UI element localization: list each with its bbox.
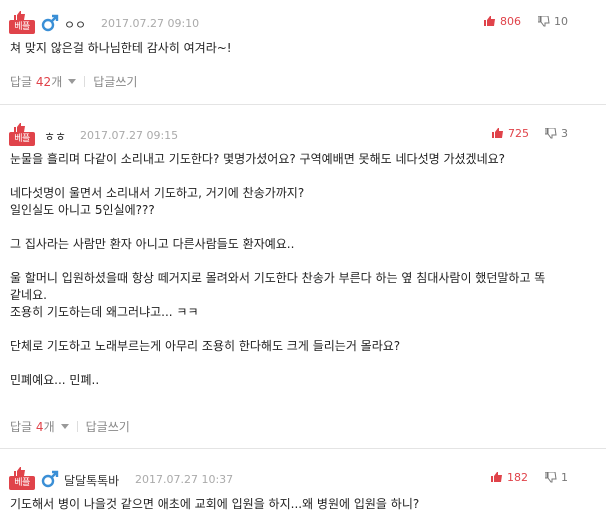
male-icon (41, 470, 59, 488)
body-line: 울 할머니 입원하셨을때 항상 떼거지로 몰려와서 기도한다 찬송가 부른다 하… (10, 271, 546, 285)
downvote-count: 1 (561, 471, 568, 484)
write-reply-link[interactable]: 답글쓰기 (86, 420, 130, 434)
body-line (10, 321, 545, 338)
divider (84, 76, 86, 87)
divider (76, 421, 78, 432)
body-line: 조용히 기도하는데 왜그러냐고... ㅋㅋ (10, 305, 199, 319)
comment-header: 베플 ㅇㅇ 2017.07.27 09:10 806 10 (0, 11, 606, 34)
divider (0, 448, 606, 449)
downvote-button[interactable]: 10 (537, 15, 568, 28)
body-line: 네다섯명이 울면서 소리내서 기도하고, 거기에 찬송가까지? (10, 186, 305, 200)
body-line (10, 219, 545, 236)
reply-toggle[interactable]: 답글 42개 (10, 75, 77, 89)
comment-body: 눈물을 흘리며 다같이 소리내고 기도한다? 몇명가셨어요? 구역예배면 못해도… (10, 151, 545, 389)
thumbs-down-icon (544, 127, 557, 139)
comment-header: 베플 ㅎㅎ 2017.07.27 09:15 725 3 (0, 123, 606, 146)
body-line: 그 집사라는 사람만 환자 아니고 다른사람들도 환자예요.. (10, 237, 295, 251)
nickname[interactable]: 달달톡톡바 (64, 472, 119, 489)
downvote-count: 10 (554, 15, 568, 28)
body-line: 같네요. (10, 288, 47, 302)
comment-body: 쳐 맞지 않은걸 하나님한테 감사히 여겨라~! (10, 41, 232, 55)
upvote-count: 806 (500, 15, 521, 28)
reply-toggle[interactable]: 답글 4개 (10, 420, 69, 434)
upvote-button[interactable]: 725 (492, 127, 529, 140)
downvote-button[interactable]: 1 (544, 471, 568, 484)
upvote-count: 182 (507, 471, 528, 484)
comment-date: 2017.07.27 10:37 (135, 473, 234, 486)
upvote-button[interactable]: 182 (491, 471, 528, 484)
thumbs-down-icon (544, 471, 557, 483)
upvote-button[interactable]: 806 (484, 15, 521, 28)
reply-count: 4 (35, 420, 44, 434)
comment-date: 2017.07.27 09:10 (101, 17, 200, 30)
write-reply-link[interactable]: 답글쓰기 (93, 75, 137, 89)
divider (0, 104, 606, 105)
upvote-count: 725 (508, 127, 529, 140)
comment-date: 2017.07.27 09:15 (80, 129, 179, 142)
best-badge: 베플 (9, 11, 35, 34)
body-line (10, 253, 545, 270)
best-badge: 베플 (9, 467, 35, 490)
comment-footer: 답글 4개 답글쓰기 (10, 418, 130, 438)
body-line: 단체로 기도하고 노래부르는게 아무리 조용히 한다해도 크게 들리는거 몰라요… (10, 339, 401, 353)
comment-body: 기도해서 병이 나을것 같으면 애초에 교회에 입원을 하지...왜 병원에 입… (10, 497, 420, 511)
chevron-down-icon (68, 79, 77, 84)
body-line (10, 355, 545, 372)
thumbs-down-icon (537, 15, 550, 27)
nickname[interactable]: ㅇㅇ (64, 16, 86, 33)
thumbs-up-icon (491, 472, 502, 482)
downvote-count: 3 (561, 127, 568, 140)
comment-footer: 답글 42개 답글쓰기 (10, 73, 137, 93)
body-line: 일인실도 아니고 5인실에??? (10, 203, 155, 217)
body-line: 민폐예요... 민폐.. (10, 373, 100, 387)
thumbs-up-icon (484, 16, 495, 26)
chevron-down-icon (60, 424, 69, 429)
best-badge: 베플 (9, 123, 35, 146)
nickname[interactable]: ㅎㅎ (44, 128, 66, 145)
body-line (10, 168, 545, 185)
reply-count: 42 (35, 75, 52, 89)
comment-header: 베플 달달톡톡바 2017.07.27 10:37 182 1 (0, 467, 606, 490)
downvote-button[interactable]: 3 (544, 127, 568, 140)
male-icon (41, 14, 59, 32)
body-line: 눈물을 흘리며 다같이 소리내고 기도한다? 몇명가셨어요? 구역예배면 못해도… (10, 152, 506, 166)
thumbs-up-icon (492, 128, 503, 138)
